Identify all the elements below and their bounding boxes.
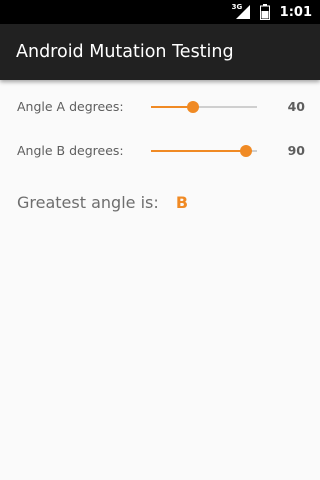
status-clock: 1:01: [279, 4, 312, 20]
angle-a-slider[interactable]: [151, 95, 257, 119]
result-value: B: [175, 193, 189, 212]
result-row: Greatest angle is: B: [17, 190, 188, 216]
app-bar: Android Mutation Testing: [0, 24, 320, 80]
angle-b-value: 90: [287, 143, 305, 158]
angle-b-row: Angle B degrees: 90: [0, 139, 320, 163]
battery-icon: [259, 4, 270, 20]
angle-b-slider-fill: [151, 150, 247, 152]
angle-a-label: Angle A degrees:: [17, 99, 124, 114]
signal-indicator: 3G: [232, 0, 254, 24]
signal-icon: [235, 5, 250, 19]
angle-b-label: Angle B degrees:: [17, 143, 124, 158]
angle-b-slider-thumb[interactable]: [240, 145, 253, 157]
angle-a-slider-thumb[interactable]: [187, 101, 200, 113]
angle-b-slider[interactable]: [151, 139, 257, 163]
angle-a-row: Angle A degrees: 40: [0, 95, 320, 119]
app-title: Android Mutation Testing: [16, 42, 234, 62]
result-label: Greatest angle is:: [17, 193, 159, 212]
status-icons: 3G 1:01: [232, 0, 320, 24]
status-bar: 3G 1:01: [0, 0, 320, 24]
angle-a-value: 40: [287, 99, 305, 114]
